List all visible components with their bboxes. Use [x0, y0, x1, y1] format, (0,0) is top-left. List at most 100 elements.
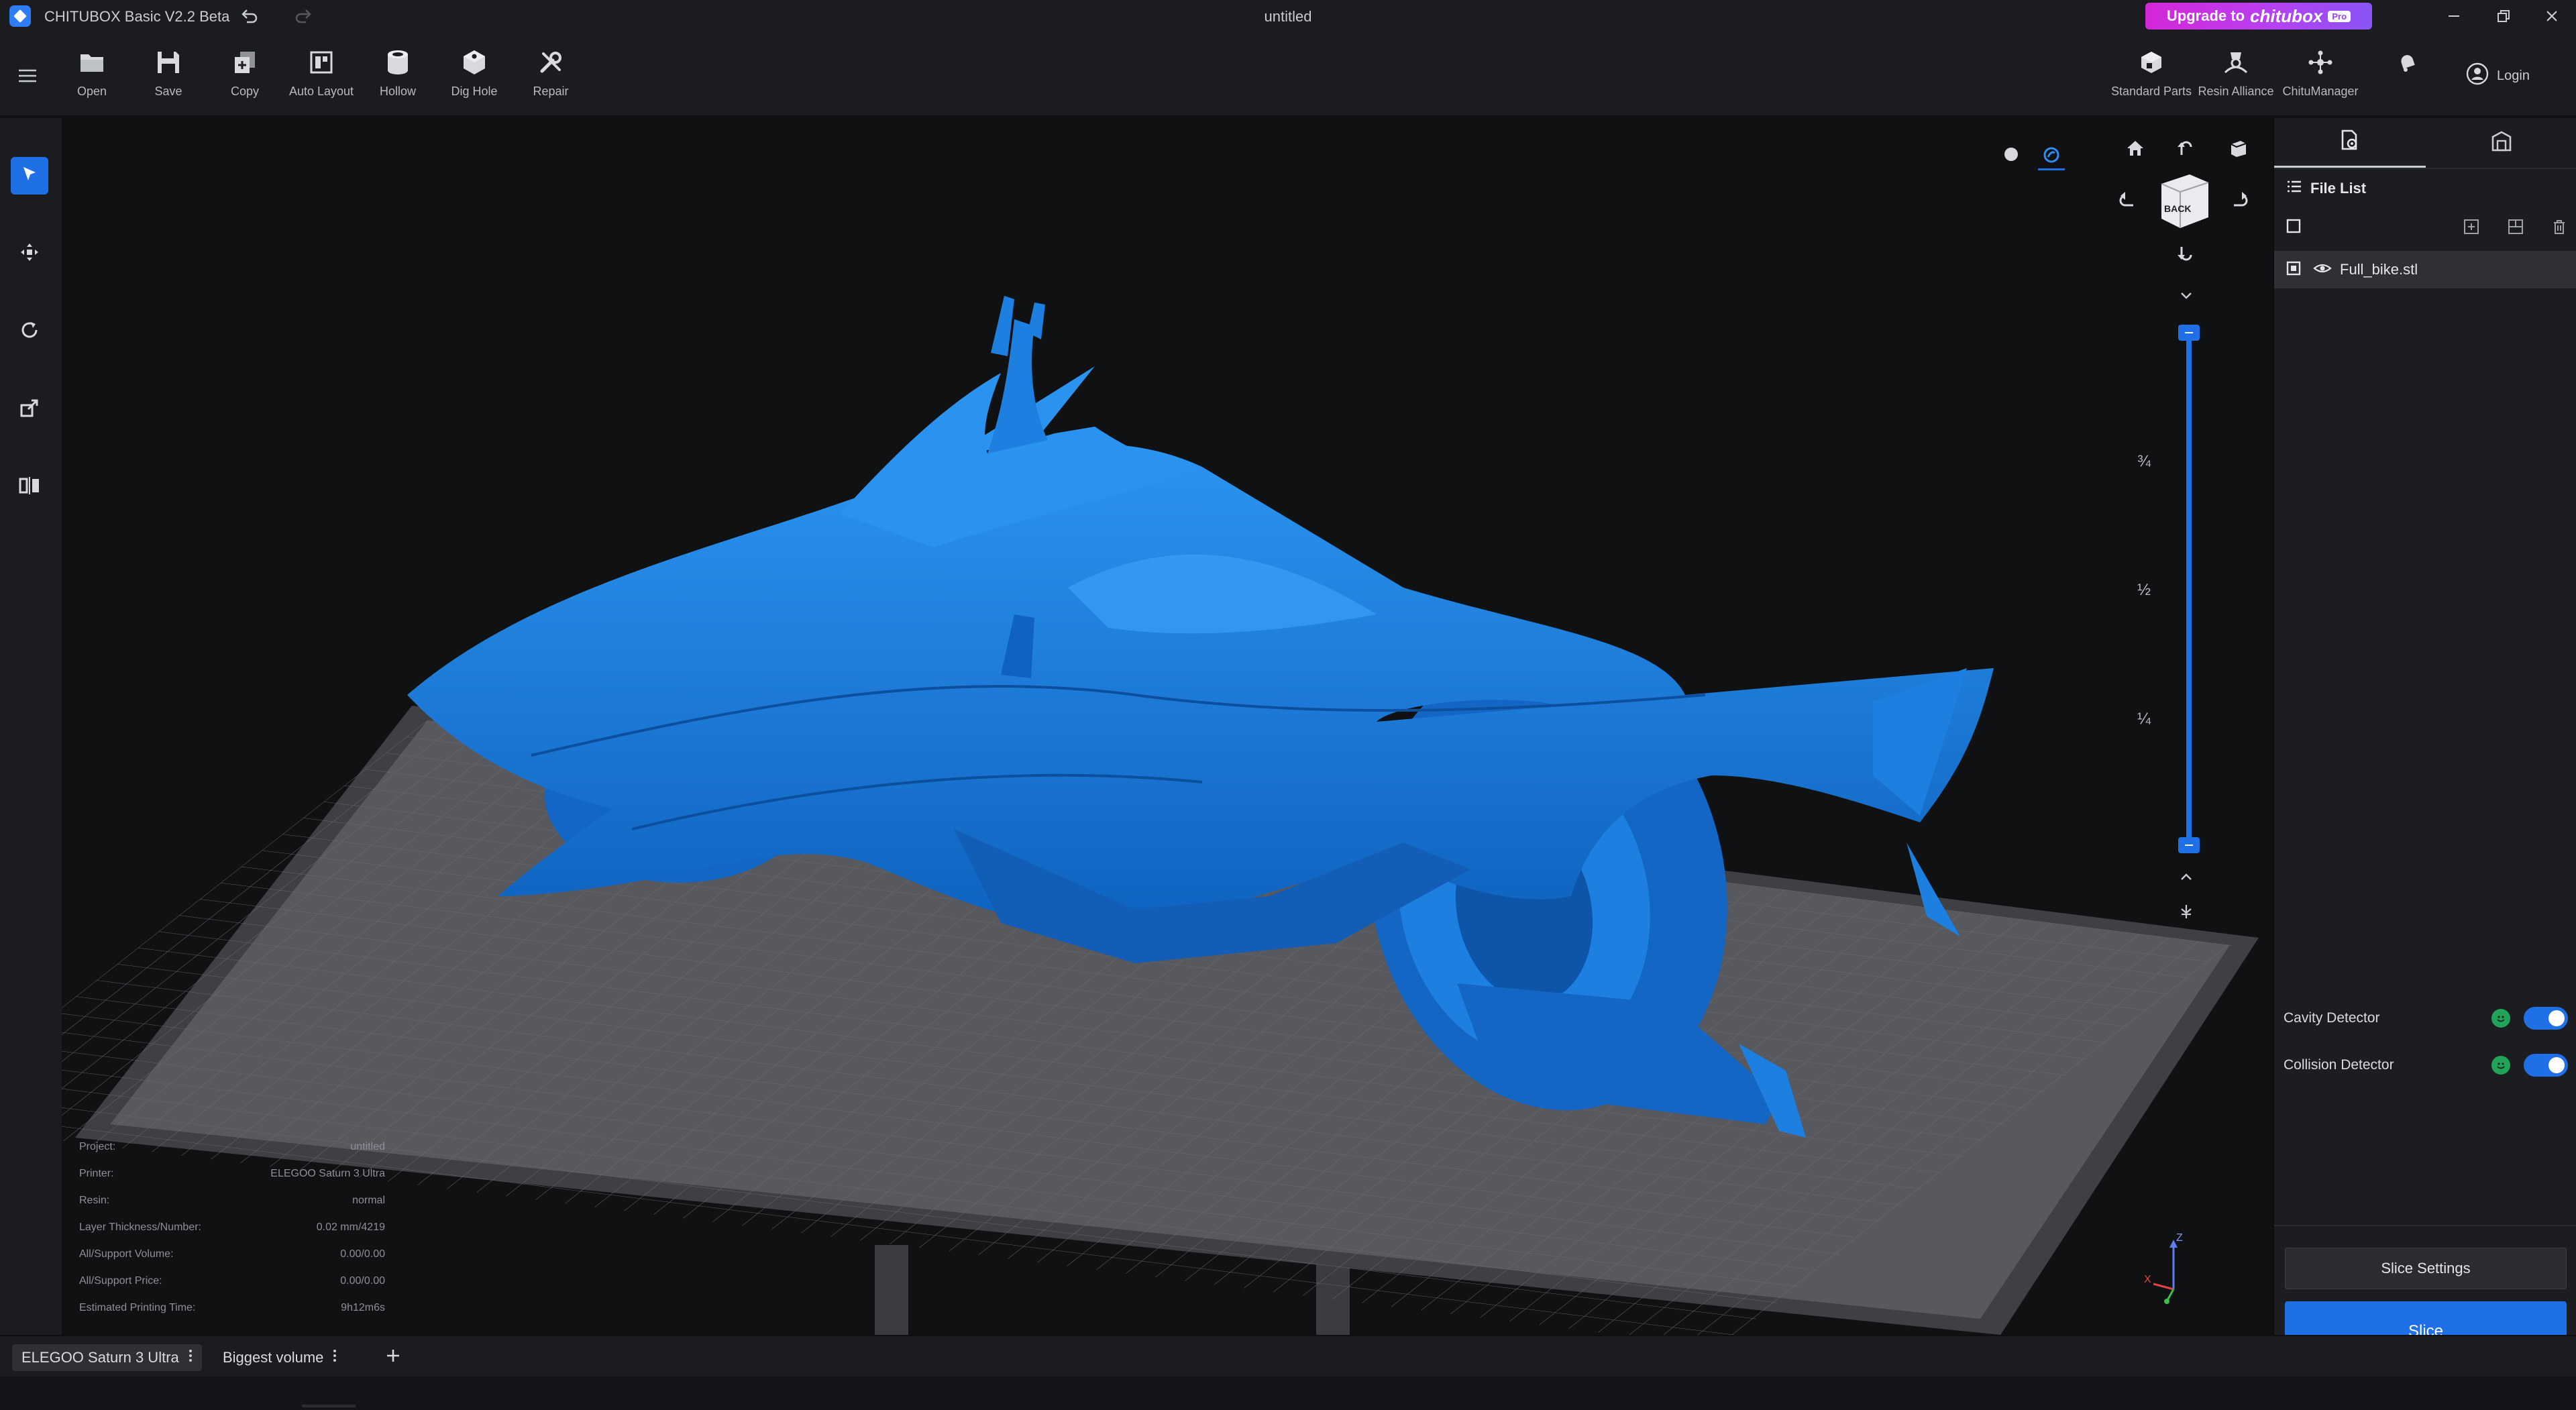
slice-settings-button[interactable]: Slice Settings — [2285, 1248, 2567, 1289]
mirror-tool-button[interactable] — [11, 468, 48, 506]
upgrade-button[interactable]: Upgrade to chitubox Pro — [2145, 3, 2372, 30]
tab-file-list[interactable] — [2274, 118, 2426, 168]
chevron-up-icon[interactable] — [2175, 867, 2198, 887]
trash-icon[interactable] — [2552, 219, 2567, 238]
list-icon — [2286, 180, 2302, 197]
copy-button[interactable]: Copy — [208, 46, 282, 106]
xray-view-icon[interactable] — [2038, 141, 2065, 170]
rotate-view-up-icon[interactable] — [2172, 134, 2200, 162]
move-icon — [19, 241, 40, 266]
move-tool-button[interactable] — [11, 235, 48, 272]
layout-file-icon[interactable] — [2508, 219, 2524, 238]
repair-label: Repair — [533, 85, 569, 98]
right-panel-tabs — [2274, 118, 2576, 169]
open-button[interactable]: Open — [55, 46, 129, 106]
printer-tab-label: ELEGOO Saturn 3 Ultra — [21, 1349, 179, 1366]
perspective-icon[interactable] — [2224, 134, 2253, 162]
mirror-icon — [18, 475, 41, 500]
standard-parts-button[interactable]: Standard Parts — [2111, 46, 2192, 106]
add-printer-button[interactable] — [376, 1344, 411, 1371]
info-row-layer: Layer Thickness/Number: 0.02 mm/4219 — [79, 1214, 385, 1241]
info-value: 0.00/0.00 — [340, 1275, 385, 1287]
scale-tool-button[interactable] — [11, 390, 48, 428]
chevron-down-icon[interactable] — [2175, 286, 2198, 306]
cavity-detector-label: Cavity Detector — [2284, 1010, 2380, 1026]
import-file-icon[interactable] — [2463, 219, 2479, 238]
file-list-title: File List — [2310, 180, 2367, 197]
hollow-button[interactable]: Hollow — [361, 46, 435, 106]
left-tool-rail — [0, 118, 62, 1335]
file-checkbox[interactable] — [2286, 261, 2301, 279]
redo-icon[interactable] — [291, 4, 315, 28]
right-panel: File List Full_bike.stl Cavity Detector — [2273, 118, 2576, 1362]
svg-text:X: X — [2144, 1274, 2151, 1285]
app-title: CHITUBOX Basic V2.2 Beta — [44, 8, 230, 25]
notification-button[interactable] — [2371, 46, 2445, 106]
info-value: 0.00/0.00 — [340, 1248, 385, 1260]
smile-status-icon — [2491, 1056, 2510, 1075]
tab-printer[interactable] — [2426, 118, 2576, 168]
rotate-tool-button[interactable] — [11, 313, 48, 350]
file-list-item[interactable]: Full_bike.stl — [2274, 251, 2576, 288]
file-name: Full_bike.stl — [2340, 261, 2418, 278]
folder-icon — [76, 46, 107, 79]
printer-tab[interactable]: Biggest volume — [213, 1344, 346, 1371]
more-options-icon[interactable] — [333, 1348, 337, 1367]
rotate-view-left-icon[interactable] — [2117, 185, 2137, 213]
info-row-price: All/Support Price: 0.00/0.00 — [79, 1268, 385, 1295]
info-value: untitled — [350, 1141, 385, 1152]
hamburger-menu-icon[interactable] — [12, 60, 43, 91]
3d-viewport[interactable]: BACK — [62, 118, 2273, 1335]
solid-view-icon[interactable] — [1998, 141, 2025, 168]
cavity-detector-row: Cavity Detector — [2284, 1004, 2568, 1033]
more-options-icon[interactable] — [189, 1348, 193, 1367]
select-tool-button[interactable] — [11, 157, 48, 195]
hollow-label: Hollow — [379, 85, 417, 98]
bottom-printer-bar: ELEGOO Saturn 3 Ultra Biggest volume — [0, 1335, 2576, 1376]
scale-icon — [19, 397, 40, 422]
layer-slider-top-handle[interactable] — [2178, 325, 2200, 341]
info-label: All/Support Price: — [79, 1275, 162, 1287]
eye-icon[interactable] — [2313, 262, 2332, 278]
info-value: ELEGOO Saturn 3 Ultra — [270, 1168, 385, 1179]
standard-parts-icon — [2136, 46, 2167, 79]
login-button[interactable]: Login — [2466, 59, 2530, 93]
undo-icon[interactable] — [237, 4, 262, 28]
chitumanager-label: ChituManager — [2282, 85, 2359, 98]
layer-slider-track[interactable] — [2186, 331, 2192, 848]
resin-alliance-button[interactable]: Resin Alliance — [2198, 46, 2274, 106]
home-view-icon[interactable] — [2121, 134, 2149, 162]
select-icon — [19, 164, 40, 188]
close-icon[interactable] — [2532, 3, 2572, 30]
svg-text:BACK: BACK — [2164, 203, 2191, 214]
minimize-icon[interactable] — [2434, 3, 2474, 30]
auto-layout-icon — [306, 46, 337, 79]
restore-icon[interactable] — [2483, 3, 2524, 30]
cavity-detector-toggle[interactable] — [2524, 1007, 2568, 1030]
network-icon — [2305, 46, 2336, 79]
dig-hole-button[interactable]: Dig Hole — [437, 46, 511, 106]
copy-label: Copy — [230, 85, 260, 98]
info-row-volume: All/Support Volume: 0.00/0.00 — [79, 1241, 385, 1268]
layer-reset-icon[interactable] — [2175, 900, 2198, 923]
printer-tab-active[interactable]: ELEGOO Saturn 3 Ultra — [12, 1344, 202, 1371]
printer-tab-label: Biggest volume — [223, 1349, 324, 1366]
rotate-view-right-icon[interactable] — [2226, 185, 2254, 213]
info-label: Resin: — [79, 1195, 110, 1206]
upgrade-pro-badge: Pro — [2328, 10, 2351, 22]
auto-layout-button[interactable]: Auto Layout — [284, 46, 358, 106]
chitumanager-button[interactable]: ChituManager — [2282, 46, 2359, 106]
save-label: Save — [154, 85, 182, 98]
layer-slider-bottom-handle[interactable] — [2178, 837, 2200, 853]
repair-button[interactable]: Repair — [514, 46, 588, 106]
view-cube[interactable]: BACK — [2157, 170, 2212, 231]
collision-detector-toggle[interactable] — [2524, 1054, 2568, 1077]
info-value: 9h12m6s — [341, 1302, 385, 1313]
save-button[interactable]: Save — [131, 46, 205, 106]
rotate-view-down-icon[interactable] — [2172, 239, 2200, 267]
smile-status-icon — [2491, 1009, 2510, 1028]
slider-label-half: ½ — [2137, 581, 2151, 599]
wrench-icon — [535, 46, 566, 79]
select-all-checkbox[interactable] — [2286, 219, 2301, 237]
info-value: 0.02 mm/4219 — [316, 1222, 385, 1233]
